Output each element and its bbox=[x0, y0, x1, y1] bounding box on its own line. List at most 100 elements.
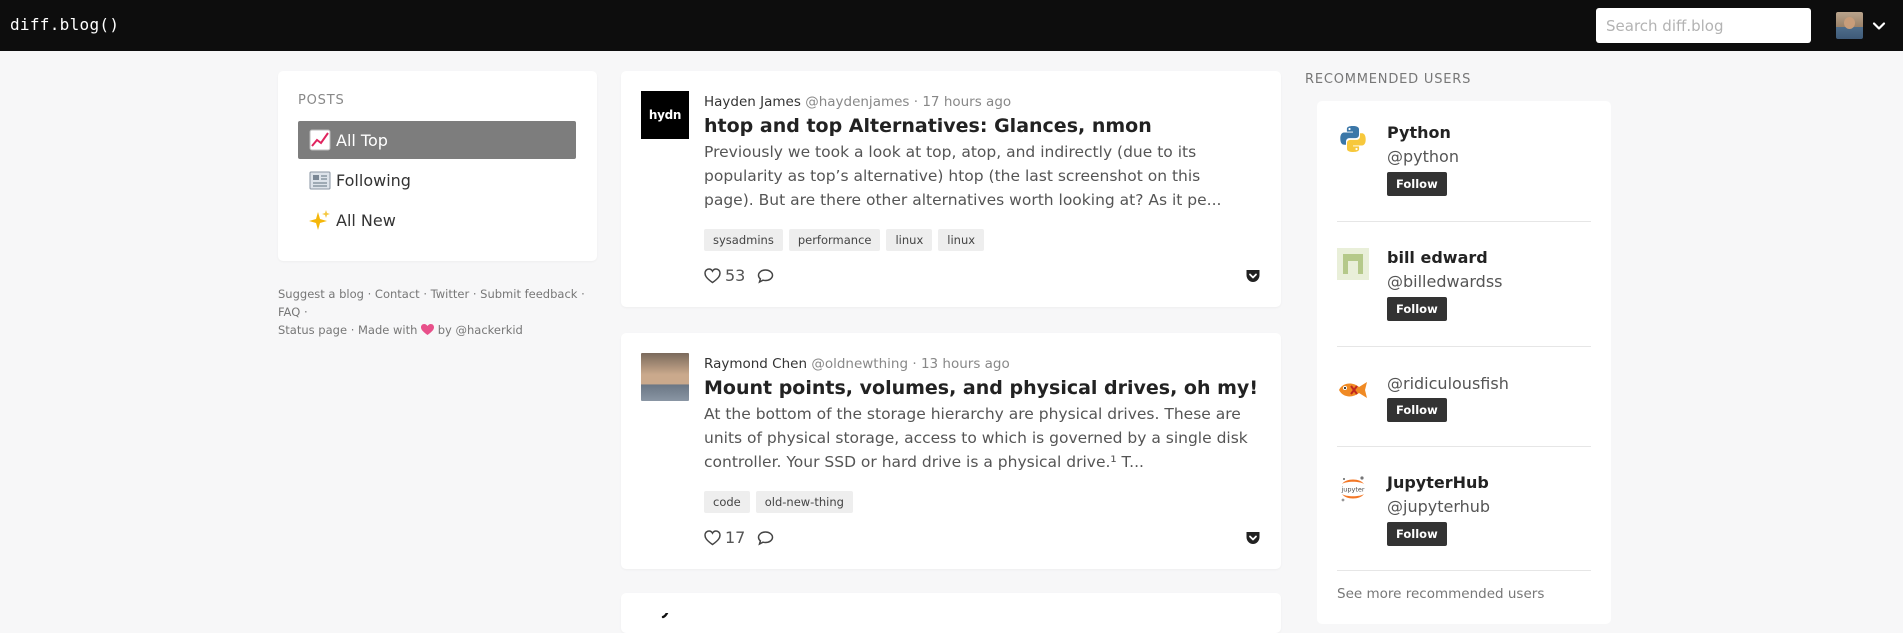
tag[interactable]: performance bbox=[788, 229, 881, 251]
heart-outline-icon[interactable] bbox=[704, 529, 721, 546]
footer-links: Suggest a blog · Contact · Twitter · Sub… bbox=[278, 285, 608, 339]
recommended-user-handle[interactable]: @ridiculousfish bbox=[1387, 374, 1509, 393]
nav-following[interactable]: Following bbox=[298, 161, 576, 199]
recommended-user-handle[interactable]: @billedwardss bbox=[1387, 272, 1503, 291]
divider bbox=[1337, 446, 1591, 447]
post-tags: code old-new-thing bbox=[704, 491, 853, 513]
see-more-recommended-link[interactable]: See more recommended users bbox=[1337, 586, 1544, 602]
nav-all-new[interactable]: All New bbox=[298, 201, 576, 239]
posts-heading: POSTS bbox=[298, 93, 345, 108]
search-input[interactable] bbox=[1596, 8, 1811, 43]
chart-increasing-icon bbox=[308, 128, 332, 152]
by-text: by bbox=[437, 323, 452, 337]
recommended-users-heading: RECOMMENDED USERS bbox=[1305, 72, 1472, 87]
post-excerpt: Previously we took a look at top, atop, … bbox=[704, 143, 1222, 209]
separator: · bbox=[367, 287, 372, 301]
newspaper-icon bbox=[308, 168, 332, 192]
post-actions: 17 bbox=[704, 528, 774, 547]
recommended-user-name[interactable]: Python bbox=[1387, 123, 1451, 142]
post-time: 13 hours ago bbox=[920, 356, 1010, 372]
post-excerpt: At the bottom of the storage hierarchy a… bbox=[704, 405, 1248, 471]
post-author-avatar[interactable] bbox=[641, 353, 689, 401]
heart-icon bbox=[421, 324, 435, 335]
nav-label: All Top bbox=[336, 130, 388, 150]
fish-logo-icon[interactable] bbox=[1337, 374, 1369, 406]
post-author-handle[interactable]: @haydenjames bbox=[805, 94, 909, 110]
comment-icon[interactable] bbox=[757, 268, 774, 284]
contact-link[interactable]: Contact bbox=[375, 287, 420, 301]
tag[interactable]: code bbox=[704, 491, 750, 513]
nav-label: All New bbox=[336, 210, 396, 230]
post-author-handle[interactable]: @oldnewthing bbox=[811, 356, 908, 372]
post-card bbox=[621, 593, 1281, 633]
posts-sidebar: POSTS All Top Following All New bbox=[278, 71, 597, 261]
recommended-user-handle[interactable]: @jupyterhub bbox=[1387, 497, 1490, 516]
post-tags: sysadmins performance linux linux bbox=[704, 229, 985, 251]
divider bbox=[1337, 570, 1591, 571]
follow-button[interactable]: Follow bbox=[1387, 172, 1447, 196]
chevron-down-icon[interactable] bbox=[1872, 19, 1886, 33]
jupyter-logo-icon[interactable]: jupyter bbox=[1337, 473, 1369, 505]
like-count: 17 bbox=[725, 528, 746, 547]
separator: · bbox=[581, 287, 585, 301]
recommended-user-name[interactable]: bill edward bbox=[1387, 248, 1488, 267]
post-meta: Hayden James @haydenjames · 17 hours ago bbox=[704, 94, 1011, 110]
recommended-user-handle[interactable]: @python bbox=[1387, 147, 1459, 166]
twitter-link[interactable]: Twitter bbox=[431, 287, 470, 301]
recommended-users-panel: Python @python Follow bill edward @bille… bbox=[1317, 101, 1611, 624]
recommended-user: Python @python Follow bbox=[1337, 123, 1591, 196]
made-with-text: Made with bbox=[358, 323, 418, 337]
pocket-save-icon[interactable] bbox=[1245, 530, 1261, 546]
tag[interactable]: linux bbox=[938, 229, 985, 251]
post-title[interactable]: htop and top Alternatives: Glances, nmon bbox=[704, 115, 1152, 137]
recommended-user-name[interactable]: JupyterHub bbox=[1387, 473, 1489, 492]
python-logo-icon[interactable] bbox=[1337, 123, 1369, 155]
submit-feedback-link[interactable]: Submit feedback bbox=[480, 287, 577, 301]
follow-button[interactable]: Follow bbox=[1387, 398, 1447, 422]
top-navbar: diff.blog() bbox=[0, 0, 1903, 51]
post-actions: 53 bbox=[704, 266, 774, 285]
heart-outline-icon[interactable] bbox=[704, 267, 721, 284]
nav-label: Following bbox=[336, 170, 411, 190]
post-author-avatar[interactable]: hydn bbox=[641, 91, 689, 139]
sparkles-icon bbox=[308, 208, 332, 232]
tag[interactable]: linux bbox=[886, 229, 933, 251]
post-author-name[interactable]: Raymond Chen bbox=[704, 356, 807, 372]
faq-link[interactable]: FAQ bbox=[278, 305, 300, 319]
comment-icon[interactable] bbox=[757, 530, 774, 546]
separator: · bbox=[303, 305, 308, 319]
suggest-blog-link[interactable]: Suggest a blog bbox=[278, 287, 364, 301]
separator: · bbox=[350, 323, 355, 337]
apple-logo-icon bbox=[661, 613, 669, 619]
recommended-user: jupyter JupyterHub @jupyterhub Follow bbox=[1337, 473, 1591, 546]
like-count: 53 bbox=[725, 266, 746, 285]
user-menu-button[interactable] bbox=[1836, 12, 1886, 39]
status-page-link[interactable]: Status page bbox=[278, 323, 347, 337]
tag[interactable]: old-new-thing bbox=[755, 491, 853, 513]
user-avatar-icon[interactable] bbox=[1337, 248, 1369, 280]
user-avatar[interactable] bbox=[1836, 12, 1863, 39]
separator: · bbox=[423, 287, 427, 301]
separator: · bbox=[913, 94, 919, 110]
separator: · bbox=[472, 287, 477, 301]
divider bbox=[1337, 221, 1591, 222]
svg-text:jupyter: jupyter bbox=[1340, 486, 1364, 494]
post-title[interactable]: Mount points, volumes, and physical driv… bbox=[704, 377, 1258, 399]
post-time: 17 hours ago bbox=[922, 94, 1012, 110]
divider bbox=[1337, 346, 1591, 347]
post-meta: Raymond Chen @oldnewthing · 13 hours ago bbox=[704, 356, 1010, 372]
nav-all-top[interactable]: All Top bbox=[298, 121, 576, 159]
site-logo[interactable]: diff.blog() bbox=[10, 15, 119, 34]
author-link[interactable]: @hackerkid bbox=[455, 323, 522, 337]
pocket-save-icon[interactable] bbox=[1245, 268, 1261, 284]
follow-button[interactable]: Follow bbox=[1387, 522, 1447, 546]
post-author-name[interactable]: Hayden James bbox=[704, 94, 801, 110]
recommended-user: @ridiculousfish Follow bbox=[1337, 372, 1591, 422]
follow-button[interactable]: Follow bbox=[1387, 297, 1447, 321]
tag[interactable]: sysadmins bbox=[704, 229, 783, 251]
avatar-logo-text: hydn bbox=[648, 108, 682, 122]
post-card: Raymond Chen @oldnewthing · 13 hours ago… bbox=[621, 333, 1281, 569]
recommended-user: bill edward @billedwardss Follow bbox=[1337, 248, 1591, 321]
separator: · bbox=[912, 356, 917, 372]
post-card: hydn Hayden James @haydenjames · 17 hour… bbox=[621, 71, 1281, 307]
